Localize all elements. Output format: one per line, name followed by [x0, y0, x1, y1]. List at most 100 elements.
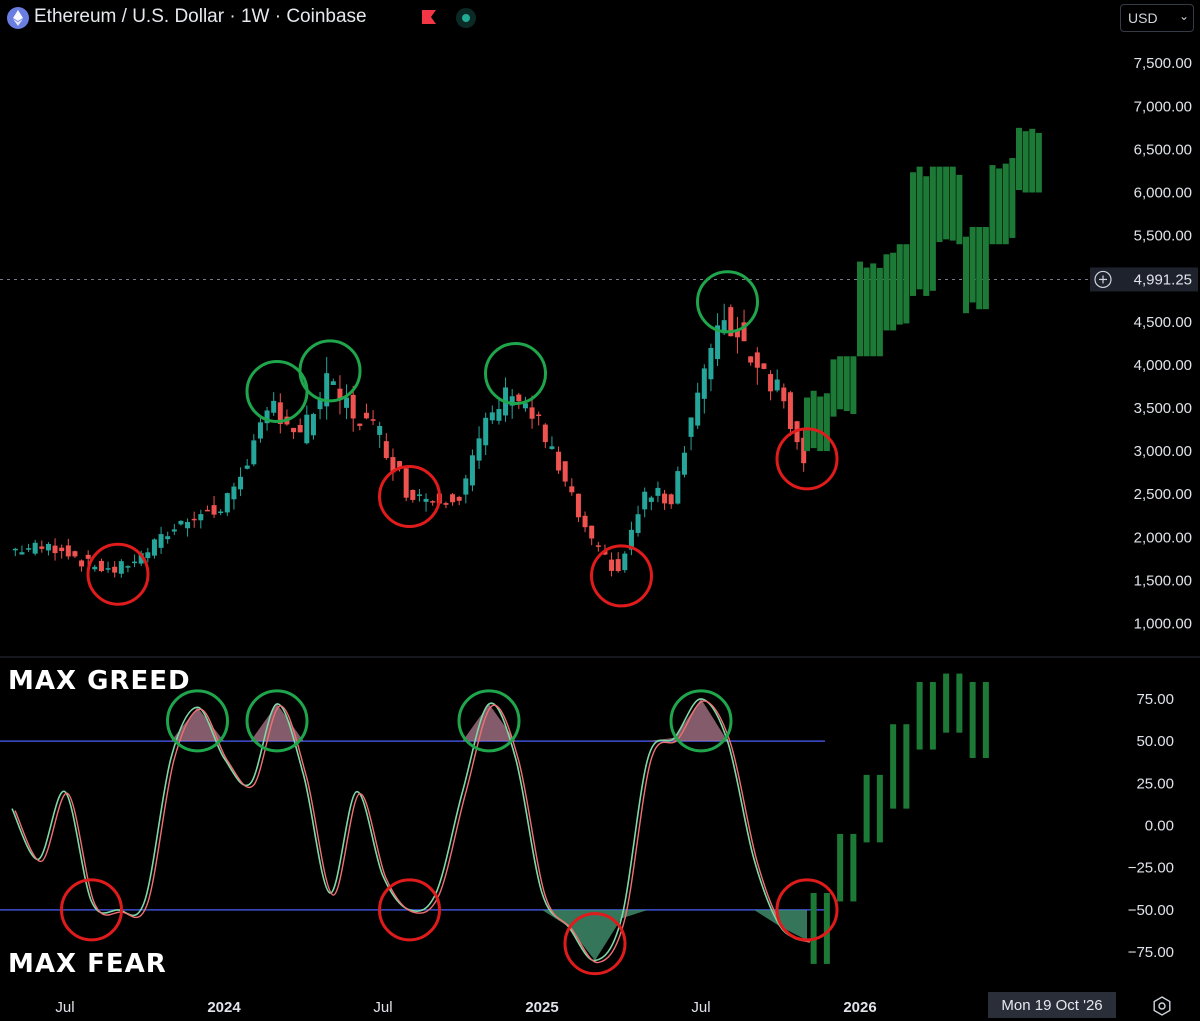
price-tick-label: 1,000.00: [1134, 616, 1192, 633]
candle: [589, 525, 595, 539]
candle: [204, 509, 210, 512]
candle: [12, 548, 18, 551]
max-greed-label: MAX GREED: [8, 666, 191, 696]
candle: [748, 356, 754, 363]
projection-bar: [916, 166, 923, 290]
candle: [310, 414, 316, 436]
oscillator-tick-label: −75.00: [1128, 944, 1174, 961]
candle: [483, 417, 489, 446]
projection-bar: [976, 226, 983, 310]
candle: [218, 511, 224, 514]
last-price-label: 4,991.25: [1134, 271, 1192, 288]
oscillator-pane: MAX GREED MAX FEAR: [0, 666, 989, 979]
projection-bar: [956, 174, 963, 245]
candle: [615, 559, 621, 572]
projection-bar: [936, 166, 943, 243]
candle: [45, 543, 51, 551]
projection-bar: [890, 724, 897, 809]
candle: [609, 559, 615, 571]
price-tick-label: 6,500.00: [1134, 141, 1192, 158]
candle: [708, 348, 714, 380]
candle: [231, 486, 237, 500]
candle: [350, 394, 356, 419]
candle: [476, 438, 482, 461]
projection-bar: [956, 673, 963, 733]
candle: [344, 397, 350, 408]
candle: [595, 545, 601, 547]
greed-circle: [298, 339, 362, 403]
candle: [304, 414, 310, 444]
candle: [542, 424, 548, 443]
price-tick-label: 6,000.00: [1134, 185, 1192, 202]
projection-bar: [1016, 127, 1022, 190]
price-tick-label: 2,500.00: [1134, 486, 1192, 503]
settings-icon[interactable]: [1152, 996, 1172, 1016]
projection-bar: [929, 682, 936, 750]
chart-canvas[interactable]: MAX GREED MAX FEAR 7,500.00 7,000.00 6,500.…: [0, 0, 1200, 1018]
greed-area: [12, 698, 807, 742]
greed-circle: [696, 270, 759, 334]
candle: [118, 561, 124, 574]
candle: [450, 494, 456, 503]
projection-bar: [1002, 163, 1009, 245]
greed-circle: [484, 342, 547, 406]
candle: [19, 552, 25, 555]
candle: [761, 363, 767, 369]
price-tick-label: 4,000.00: [1134, 357, 1192, 374]
candle: [251, 440, 257, 465]
projection-bar: [969, 682, 976, 758]
projection-bar: [810, 390, 817, 449]
candle: [774, 379, 780, 391]
candle: [224, 493, 230, 513]
candle: [569, 486, 575, 493]
projection-bar: [837, 833, 844, 902]
candle: [65, 545, 71, 557]
price-tick-label: 3,000.00: [1134, 443, 1192, 460]
projection-bar: [916, 682, 923, 750]
candle: [648, 497, 654, 502]
candle: [98, 560, 104, 572]
projection-bar: [982, 682, 989, 758]
candle: [549, 446, 555, 449]
candle: [198, 514, 204, 521]
candle: [363, 412, 369, 419]
candle: [768, 374, 774, 392]
candle: [410, 489, 416, 500]
candle: [536, 414, 542, 417]
time-tick-label: Jul: [373, 999, 392, 1016]
candle: [357, 423, 363, 426]
candle: [787, 392, 793, 429]
candle: [516, 394, 522, 402]
oscillator-tick-label: 25.00: [1136, 775, 1174, 792]
candle: [622, 553, 628, 571]
projection-bar: [923, 176, 930, 296]
candle: [456, 496, 462, 501]
price-tick-label: 2,000.00: [1134, 529, 1192, 546]
candle: [403, 468, 409, 498]
candle: [675, 471, 681, 504]
candle: [257, 422, 263, 439]
oscillator-tick-label: 50.00: [1136, 733, 1174, 750]
candle: [681, 452, 687, 475]
candle: [238, 476, 244, 490]
projection-bar: [883, 254, 890, 331]
projection-bar: [969, 226, 976, 303]
fear-circle: [86, 542, 150, 606]
candle: [655, 487, 661, 496]
candle: [158, 534, 164, 548]
projection-bar: [1029, 128, 1036, 193]
projection-bar: [982, 226, 989, 310]
candle: [59, 547, 65, 552]
crosshair-date-label: Mon 19 Oct '26: [988, 992, 1116, 1018]
projection-bar: [896, 244, 903, 325]
projection-bar: [850, 356, 857, 414]
projection-bar: [949, 166, 956, 241]
candle: [52, 545, 58, 554]
time-tick-label: Jul: [691, 999, 710, 1016]
candle: [26, 548, 32, 550]
oscillator-tick-label: 75.00: [1136, 691, 1174, 708]
projection-bar: [843, 356, 850, 412]
candle: [423, 498, 429, 502]
candle: [271, 400, 277, 413]
candle: [754, 352, 760, 368]
